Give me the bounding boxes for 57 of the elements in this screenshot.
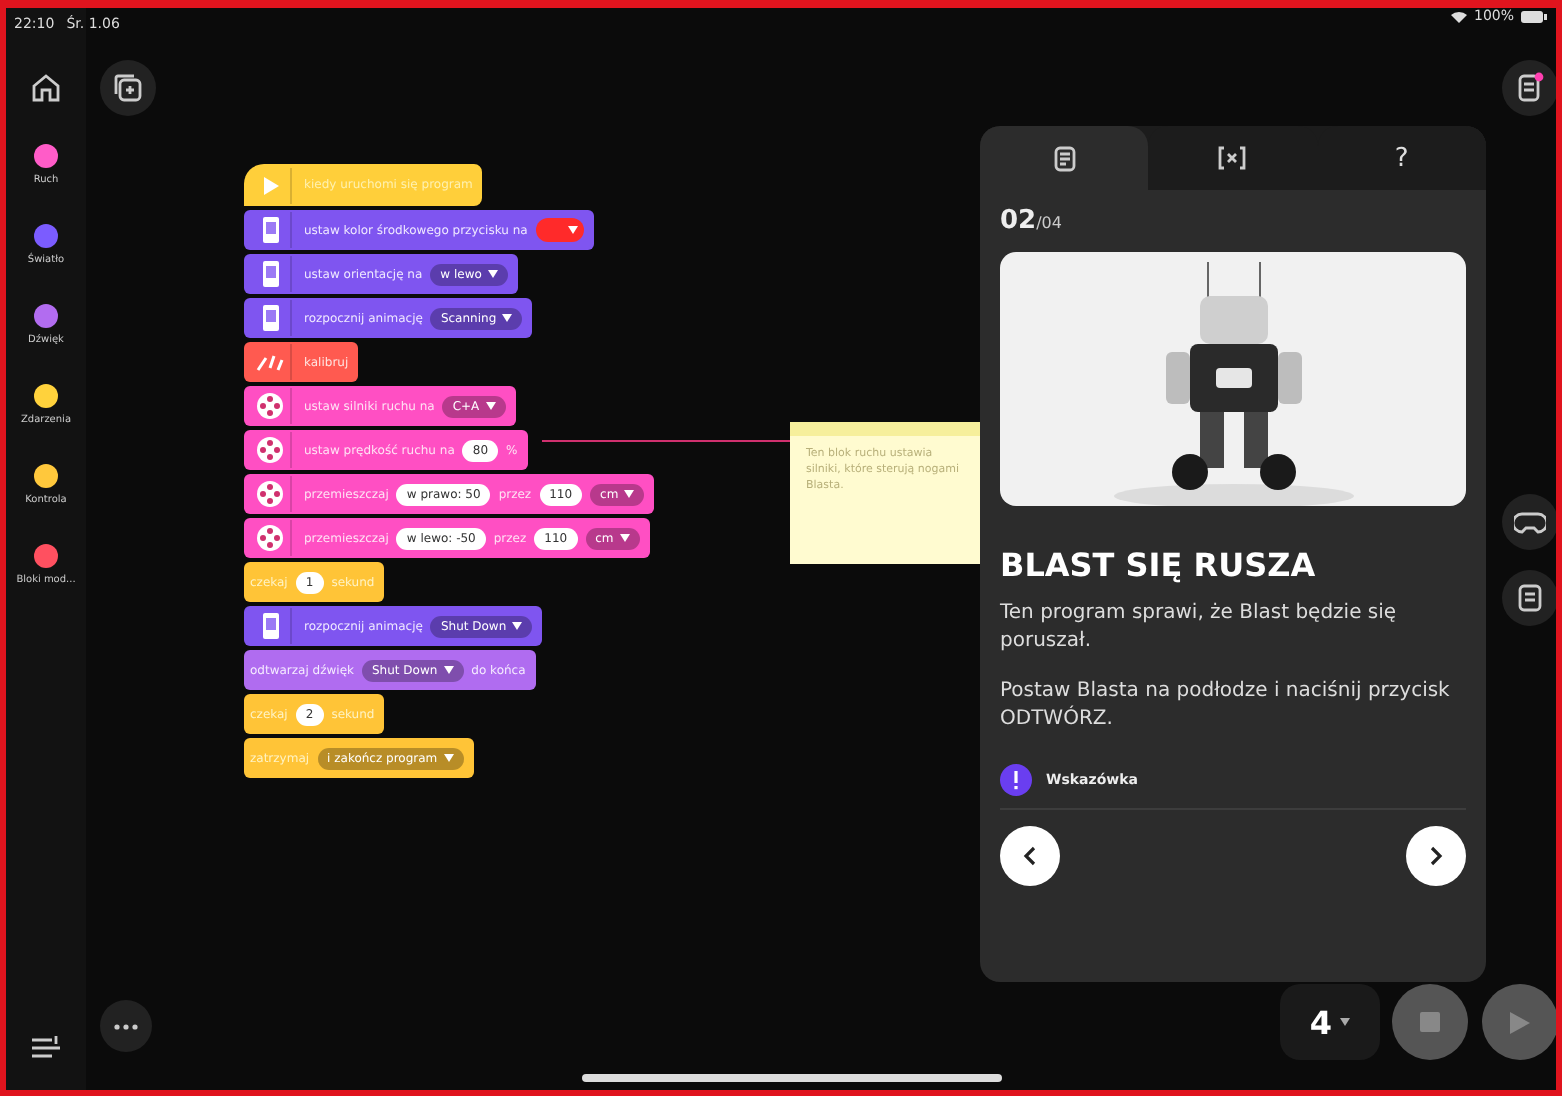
caret-icon [624,490,635,498]
stop-icon [1420,1012,1440,1032]
caret-icon [443,754,454,762]
lesson-paragraph: Ten program sprawi, że Blast będzie się poruszał. [1000,600,1399,654]
play-icon [261,175,279,195]
battery-icon [1520,9,1548,23]
add-copy-icon [114,74,142,102]
previous-button[interactable] [1000,826,1060,886]
caret-icon [443,666,454,674]
chevron-left-icon [1022,846,1038,866]
category-dot[interactable] [33,384,58,408]
wheel-icon [256,392,284,420]
hub-icon [261,304,279,332]
page-number: 02 [1000,206,1037,236]
document-icon [1516,72,1544,104]
panel-tab[interactable] [980,126,1149,190]
document-button[interactable] [1502,60,1556,116]
wifi-icon [1449,9,1468,23]
variable-icon [1218,146,1247,170]
wheel-icon [256,524,284,552]
caret-icon [512,622,523,630]
wheel-icon [256,436,284,464]
play-icon [1508,1009,1532,1035]
exclamation-icon[interactable] [1000,764,1032,796]
color-dropdown[interactable] [535,218,584,242]
hub-icon [261,260,279,288]
caret-icon [619,534,630,542]
home-icon[interactable] [30,72,62,104]
category-dot[interactable] [34,144,58,168]
next-button[interactable] [1406,826,1466,886]
chevron-right-icon [1428,846,1444,866]
caret-icon [485,402,496,410]
lesson-paragraph: Postaw Blasta na podłodze i naciśnij przycisk ODTWÓRZ. [1000,678,1452,732]
document-button[interactable] [1502,570,1556,626]
caret-icon [567,226,578,234]
caret-icon [1340,1018,1351,1026]
category-dot[interactable] [34,464,58,488]
play-button[interactable] [1482,984,1556,1060]
document-icon [1053,145,1076,171]
hub-icon [261,612,279,640]
add-project-button[interactable] [100,60,156,116]
page-total: /04 [1036,214,1062,232]
more-icon [114,1023,138,1029]
stop-button[interactable] [1392,984,1468,1060]
document-icon [1518,584,1542,612]
wheel-icon [256,480,284,508]
category-dot[interactable] [33,224,58,248]
more-button[interactable] [100,1000,152,1052]
hub-icon [261,216,279,244]
category-dot[interactable] [34,304,58,328]
caret-icon [502,314,513,322]
caret-icon [487,270,498,278]
category-dot[interactable] [34,544,58,568]
gamepad-button[interactable] [1502,494,1556,550]
lesson-title: BLAST SIĘ RUSZA [1000,546,1318,584]
sliders-icon[interactable] [30,1034,62,1062]
slot-dropdown[interactable]: 4 [1280,984,1380,1060]
